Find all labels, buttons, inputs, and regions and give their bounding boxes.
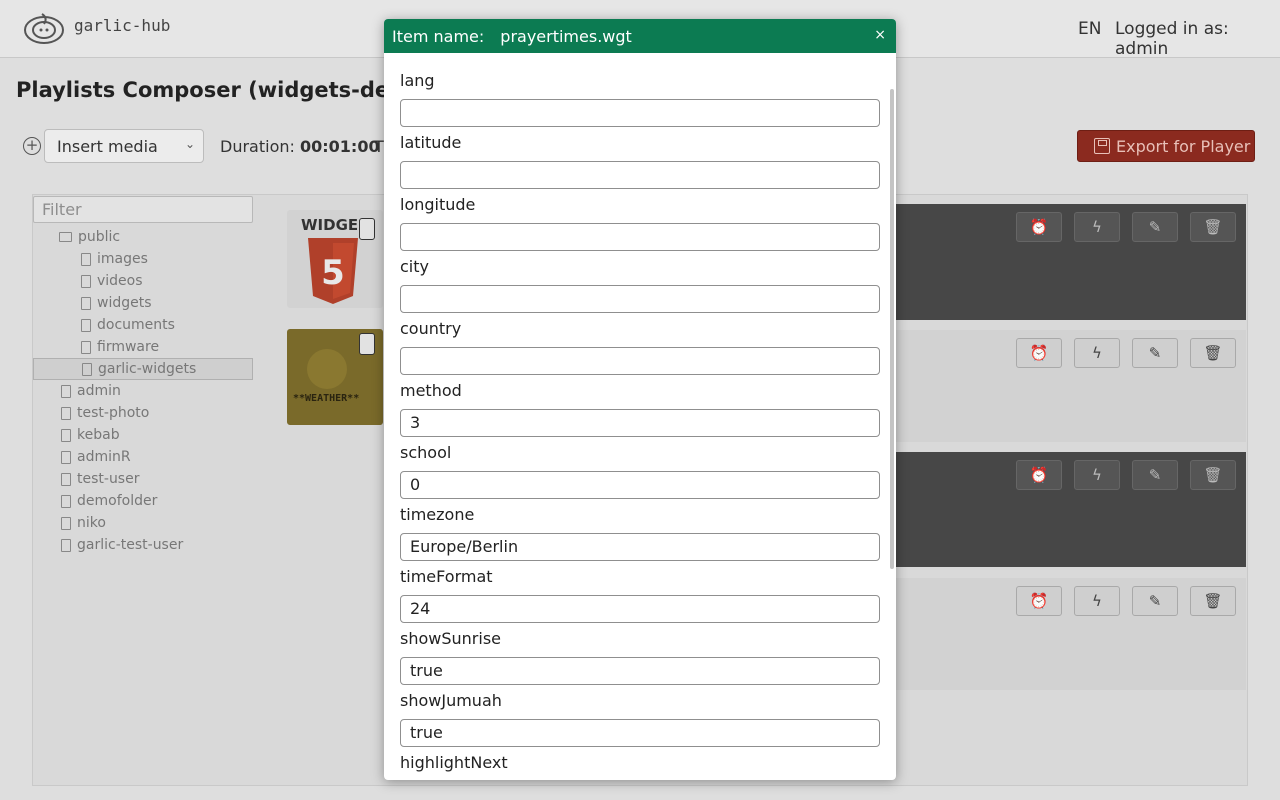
- field-highlightNext: highlightNext: [400, 751, 880, 780]
- field-country: country: [400, 317, 880, 375]
- field-method: method 3: [400, 379, 880, 437]
- field-school: school 0: [400, 441, 880, 499]
- latitude-input[interactable]: [400, 161, 880, 189]
- timeFormat-input[interactable]: 24: [400, 595, 880, 623]
- field-label: latitude: [400, 133, 462, 152]
- field-label: highlightNext: [400, 753, 508, 772]
- timezone-input[interactable]: Europe/Berlin: [400, 533, 880, 561]
- showSunrise-input[interactable]: true: [400, 657, 880, 685]
- field-showJumuah: showJumuah true: [400, 689, 880, 747]
- field-label: city: [400, 257, 429, 276]
- field-label: showJumuah: [400, 691, 502, 710]
- close-icon[interactable]: ×: [874, 27, 886, 43]
- field-lang: lang: [400, 69, 880, 127]
- modal-header: Item name: prayertimes.wgt ×: [384, 19, 896, 53]
- field-timezone: timezone Europe/Berlin: [400, 503, 880, 561]
- item-settings-modal: Item name: prayertimes.wgt × lang latitud…: [384, 19, 896, 780]
- field-label: country: [400, 319, 462, 338]
- modal-title-label: Item name:: [392, 26, 485, 46]
- field-label: lang: [400, 71, 435, 90]
- school-input[interactable]: 0: [400, 471, 880, 499]
- field-timeFormat: timeFormat 24: [400, 565, 880, 623]
- method-input[interactable]: 3: [400, 409, 880, 437]
- app-background: garlic-hub EN Logged in as: admin Playli…: [0, 0, 1280, 800]
- modal-body: lang latitude longitude city country method 3 s…: [384, 53, 896, 780]
- field-longitude: longitude: [400, 193, 880, 251]
- longitude-input[interactable]: [400, 223, 880, 251]
- field-label: longitude: [400, 195, 476, 214]
- field-label: method: [400, 381, 462, 400]
- lang-input[interactable]: [400, 99, 880, 127]
- showJumuah-input[interactable]: true: [400, 719, 880, 747]
- city-input[interactable]: [400, 285, 880, 313]
- country-input[interactable]: [400, 347, 880, 375]
- field-latitude: latitude: [400, 131, 880, 189]
- field-city: city: [400, 255, 880, 313]
- field-label: timezone: [400, 505, 475, 524]
- field-label: timeFormat: [400, 567, 493, 586]
- field-label: school: [400, 443, 452, 462]
- modal-scrollbar[interactable]: [890, 89, 894, 569]
- field-label: showSunrise: [400, 629, 501, 648]
- modal-title-value: prayertimes.wgt: [500, 26, 632, 46]
- field-showSunrise: showSunrise true: [400, 627, 880, 685]
